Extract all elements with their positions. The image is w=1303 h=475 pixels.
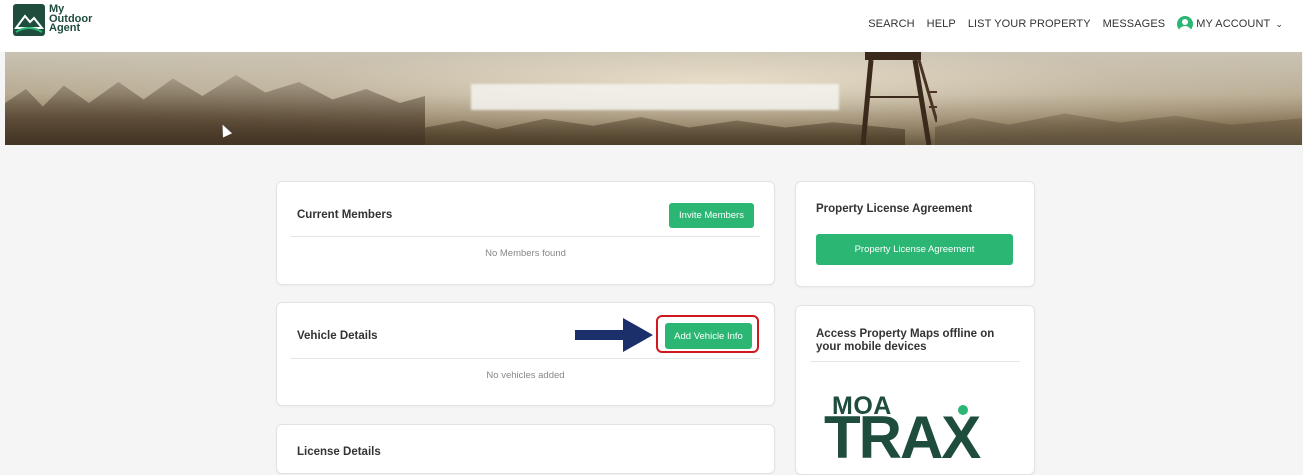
nav-search-link[interactable]: SEARCH xyxy=(868,18,914,30)
license-agreement-title: Property License Agreement xyxy=(816,203,973,215)
hunting-stand-image xyxy=(860,52,937,145)
current-members-title: Current Members xyxy=(297,209,393,221)
property-license-agreement-button[interactable]: Property License Agreement xyxy=(816,234,1013,265)
vehicle-details-title: Vehicle Details xyxy=(297,330,378,342)
chevron-down-icon: ⌄ xyxy=(1275,18,1283,29)
nav-help-link[interactable]: HELP xyxy=(927,18,956,30)
user-avatar-icon xyxy=(1177,16,1194,32)
divider xyxy=(290,236,760,237)
nav-messages-link[interactable]: MESSAGES xyxy=(1103,18,1166,30)
my-account-label: MY ACCOUNT xyxy=(1196,18,1271,30)
license-details-title: License Details xyxy=(297,446,381,458)
vehicles-empty-text: No vehicles added xyxy=(486,370,565,381)
trax-logo-text: TRAX xyxy=(824,404,981,471)
nav-list-property-link[interactable]: LIST YOUR PROPERTY xyxy=(968,18,1091,30)
logo-text: My Outdoor Agent xyxy=(49,3,93,34)
highlight-box xyxy=(656,315,759,353)
trax-logo-dot-icon xyxy=(958,405,968,415)
divider xyxy=(810,361,1020,362)
top-navbar: My Outdoor Agent SEARCH HELP LIST YOUR P… xyxy=(0,0,1303,52)
arrow-right-icon xyxy=(575,318,653,352)
offline-maps-title: Access Property Maps offline on your mob… xyxy=(816,328,995,353)
invite-members-button[interactable]: Invite Members xyxy=(669,203,754,228)
mountain-logo-icon xyxy=(13,4,45,36)
my-account-menu[interactable]: MY ACCOUNT ⌄ xyxy=(1177,16,1283,32)
divider xyxy=(290,358,760,359)
current-members-card xyxy=(276,181,775,285)
site-logo[interactable]: My Outdoor Agent xyxy=(13,4,103,46)
main-nav: SEARCH HELP LIST YOUR PROPERTY MESSAGES … xyxy=(868,16,1283,32)
banner-search-box[interactable] xyxy=(471,84,839,110)
members-empty-text: No Members found xyxy=(485,248,566,259)
hero-banner xyxy=(5,52,1302,145)
